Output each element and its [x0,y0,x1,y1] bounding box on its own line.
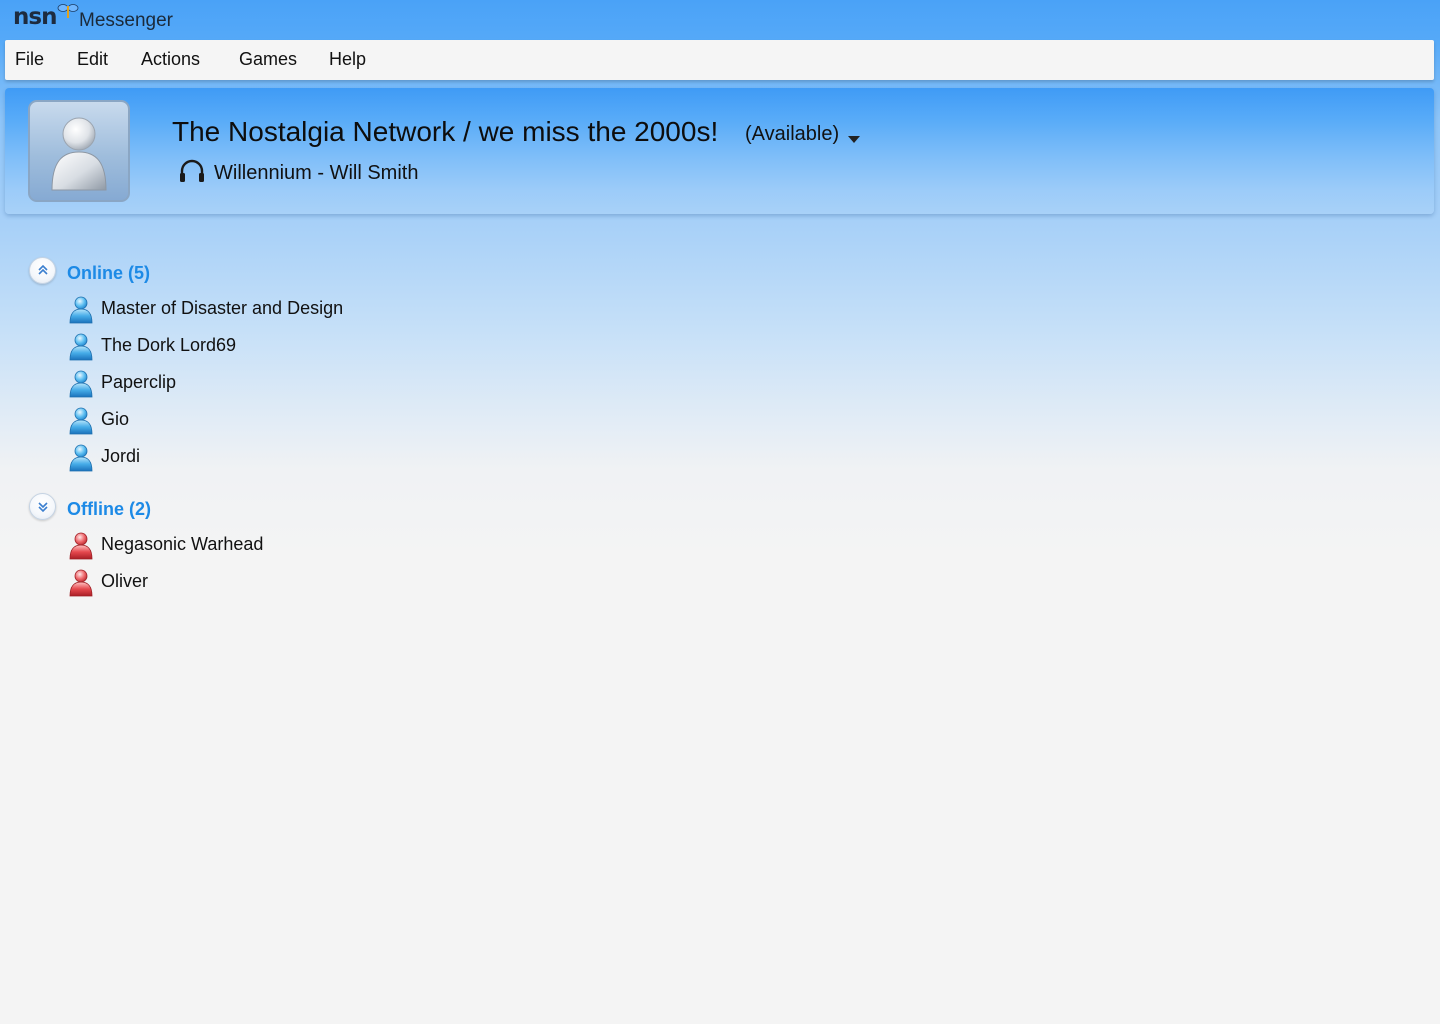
headphones-icon [180,159,204,182]
menu-bar: File Edit Actions Games Help [5,40,1434,80]
profile-header: The Nostalgia Network / we miss the 2000… [5,88,1434,214]
contact-list-item[interactable]: Paperclip [66,368,466,398]
butterfly-logo-icon [57,4,79,18]
app-logo: nsn [13,4,57,30]
title-bar: nsn Messenger [0,0,1440,40]
online-buddy-icon [69,370,93,398]
contact-list-item[interactable]: Master of Disaster and Design [66,294,466,324]
online-buddy-icon [69,407,93,435]
contact-name: Gio [101,409,130,429]
status-text[interactable]: (Available) [745,123,839,146]
chevron-down-icon[interactable] [848,136,860,143]
app-name: Messenger [79,10,173,31]
online-buddy-icon [69,296,93,324]
contact-name: Negasonic Warhead [101,534,264,554]
offline-buddy-icon [69,569,93,597]
contact-list-item[interactable]: Oliver [66,567,466,597]
contact-list-item[interactable]: Negasonic Warhead [66,530,466,560]
group-label-offline[interactable]: Offline (2) [67,499,151,520]
contact-list-item[interactable]: Jordi [66,442,466,472]
menu-games[interactable]: Games [239,49,297,70]
contact-name: Master of Disaster and Design [101,298,344,318]
contact-name: Paperclip [101,372,177,392]
display-name[interactable]: The Nostalgia Network / we miss the 2000… [172,116,718,148]
chevron-down-icon [38,502,48,513]
contact-list-item[interactable]: The Dork Lord69 [66,331,466,361]
online-buddy-icon [69,444,93,472]
menu-help[interactable]: Help [329,49,366,70]
online-buddy-icon [69,333,93,361]
default-user-avatar-icon [51,117,107,191]
collapse-online-group-button[interactable] [29,257,56,284]
group-label-online[interactable]: Online (5) [67,263,150,284]
avatar[interactable] [28,100,130,202]
contact-list-item[interactable]: Gio [66,405,466,435]
menu-file[interactable]: File [15,49,44,70]
menu-edit[interactable]: Edit [77,49,108,70]
expand-offline-group-button[interactable] [29,493,56,520]
chevron-up-icon [38,264,48,275]
now-playing-text[interactable]: Willennium - Will Smith [214,162,418,185]
offline-buddy-icon [69,532,93,560]
menu-actions[interactable]: Actions [141,49,200,70]
contact-name: Oliver [101,571,149,591]
contact-name: Jordi [101,446,141,466]
contact-name: The Dork Lord69 [101,335,237,355]
